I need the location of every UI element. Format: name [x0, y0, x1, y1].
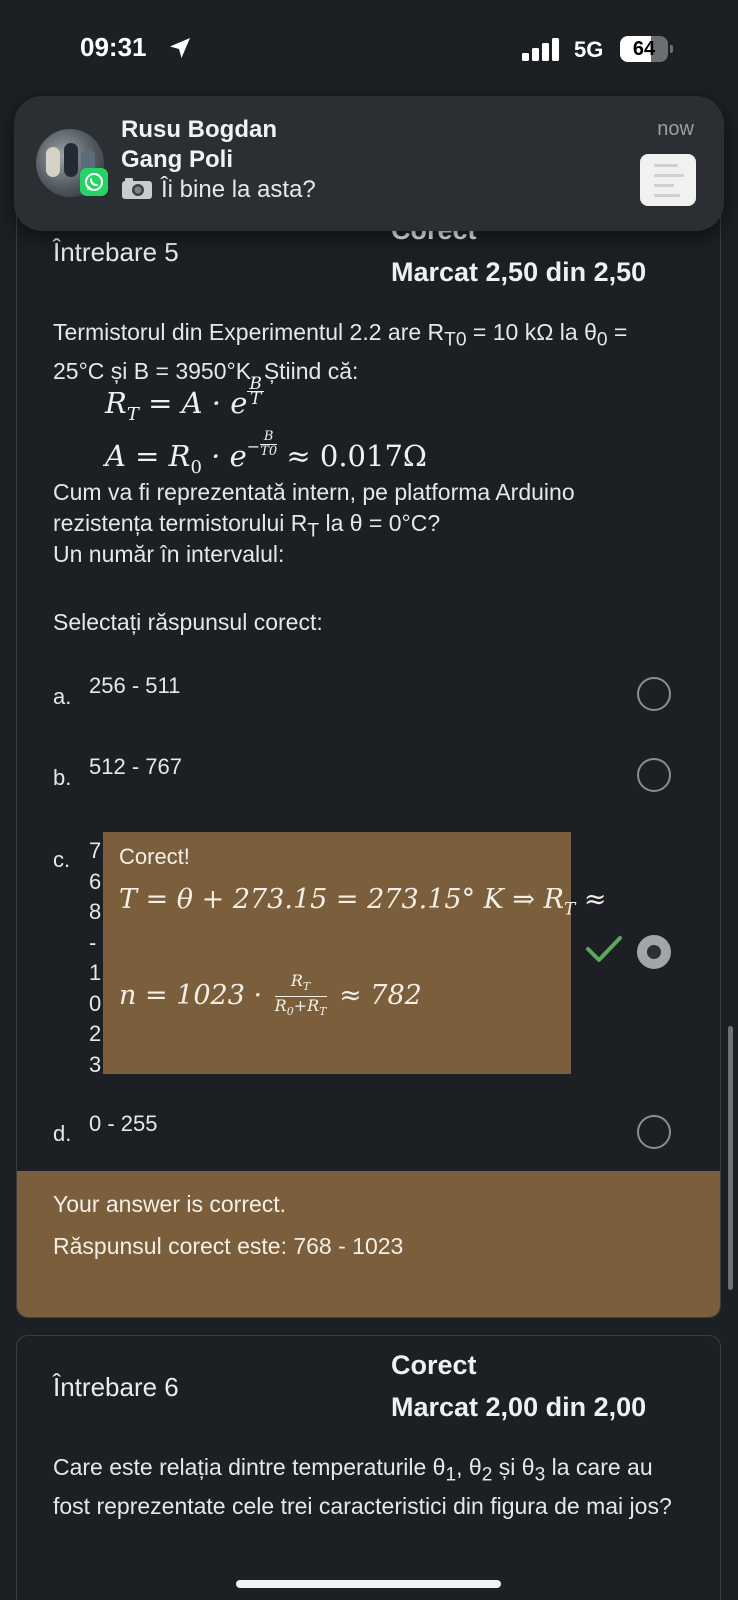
- question-card: Întrebare 5 Corect Marcat 2,50 din 2,50 …: [16, 180, 721, 1318]
- question-grade: Marcat 2,50 din 2,50: [391, 257, 647, 287]
- status-time: 09:31: [80, 32, 147, 62]
- battery-icon: 64: [620, 36, 673, 62]
- tooltip-equation-temperature: T = θ + 273.15 = 273.15° K ⇒ RT ≈: [119, 884, 607, 920]
- option-b-radio[interactable]: [637, 758, 671, 792]
- tooltip-equation-n: n = 1023 · RT R0+RT ≈ 782: [119, 971, 422, 1019]
- option-c-letter: c.: [53, 847, 71, 872]
- home-indicator[interactable]: [236, 1580, 501, 1588]
- option-d-radio[interactable]: [637, 1115, 671, 1149]
- answer-prompt: Selectați răspunsul corect:: [53, 609, 323, 635]
- option-b-letter: b.: [53, 765, 72, 790]
- feedback-correct-text: Your answer is correct.: [53, 1191, 287, 1217]
- whatsapp-notification[interactable]: Rusu Bogdan Gang Poli Îi bine la asta? n…: [14, 96, 724, 231]
- option-b-label[interactable]: 512 - 767: [89, 754, 182, 780]
- cellular-signal-icon: [522, 38, 559, 61]
- notification-sender: Rusu Bogdan: [121, 116, 277, 143]
- answer-feedback: Your answer is correct. Răspunsul corect…: [17, 1171, 720, 1317]
- formula-rt: RT = A · eBT: [105, 373, 264, 425]
- battery-percent: 64: [632, 38, 656, 60]
- question-grade: Marcat 2,00 din 2,00: [391, 1392, 647, 1422]
- whatsapp-icon: [80, 168, 108, 196]
- scrollbar-thumb[interactable]: [728, 1026, 733, 1290]
- question-text: Termistorul din Experimentul 2.2 are RT0…: [53, 319, 628, 384]
- option-c-radio[interactable]: [637, 935, 671, 969]
- question-title: Întrebare 6: [53, 1372, 179, 1402]
- camera-icon: [122, 178, 152, 199]
- option-a-letter: a.: [53, 684, 72, 709]
- question-status: Corect: [391, 1350, 477, 1380]
- notification-time: now: [657, 118, 694, 140]
- notification-message: Îi bine la asta?: [121, 176, 316, 204]
- answer-tooltip: Corect! T = θ + 273.15 = 273.15° K ⇒ RT …: [103, 832, 607, 1074]
- question-text: Care este relația dintre temperaturile θ…: [53, 1454, 672, 1519]
- feedback-right-answer: Răspunsul corect este: 768 - 1023: [53, 1233, 404, 1259]
- question-card-6: Întrebare 6 Corect Marcat 2,00 din 2,00 …: [16, 1335, 721, 1600]
- option-a-label[interactable]: 256 - 511: [89, 673, 180, 699]
- option-d-label[interactable]: 0 - 255: [89, 1111, 158, 1137]
- notification-image-thumbnail: [640, 154, 696, 206]
- tooltip-heading: Corect!: [119, 844, 190, 869]
- correct-check-icon: [586, 936, 622, 962]
- question-title: Întrebare 5: [53, 237, 179, 267]
- formula-a: A = R0 · e− B T0 ≈ 0.017Ω: [105, 428, 427, 478]
- question-text-3: Un număr în intervalul:: [53, 541, 285, 567]
- option-a-radio[interactable]: [637, 677, 671, 711]
- question-text-2: Cum va fi reprezentată intern, pe platfo…: [53, 479, 575, 542]
- option-d-letter: d.: [53, 1121, 72, 1146]
- network-type: 5G: [574, 37, 604, 62]
- location-arrow-icon: [170, 38, 190, 58]
- notification-group: Gang Poli: [121, 146, 234, 173]
- status-bar: 09:31 5G 64: [0, 0, 738, 95]
